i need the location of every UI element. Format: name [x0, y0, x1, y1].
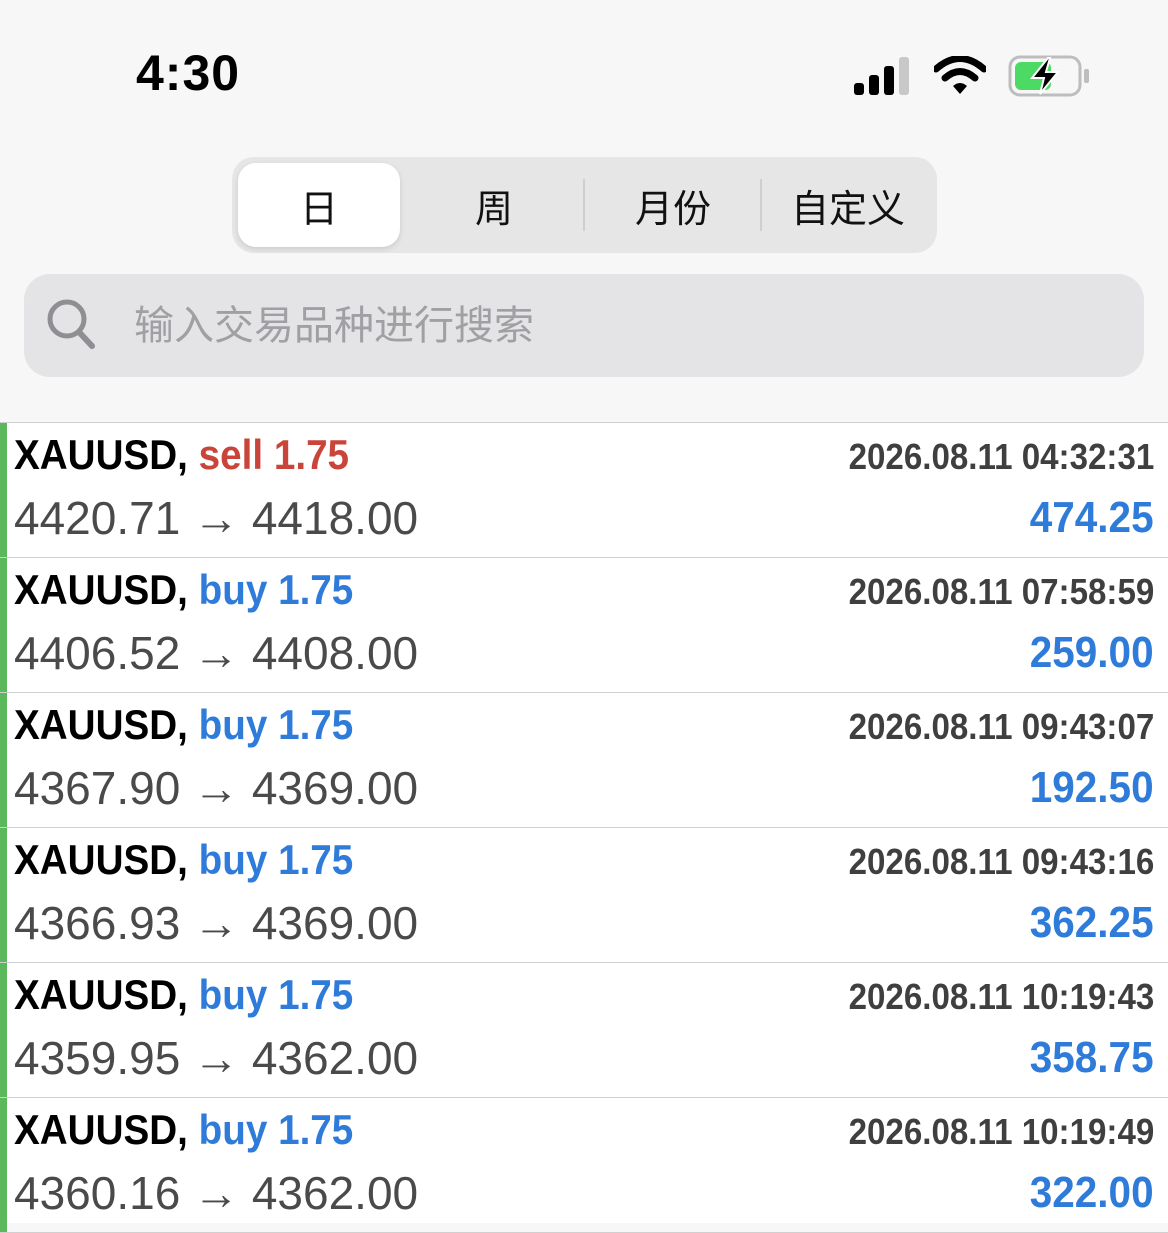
- trade-side: sell: [198, 431, 264, 478]
- trade-volume: 1.75: [278, 971, 354, 1018]
- trade-title: XAUUSD, buy 1.75: [14, 566, 353, 614]
- search-icon: [47, 299, 95, 349]
- trade-prices: 4360.16 → 4362.00: [14, 1166, 418, 1220]
- trade-row[interactable]: XAUUSD, buy 1.75 2026.08.11 07:58:59 440…: [0, 558, 1168, 693]
- trade-row[interactable]: XAUUSD, buy 1.75 2026.08.11 09:43:07 436…: [0, 693, 1168, 828]
- arrow-icon: →: [193, 762, 240, 814]
- trade-title: XAUUSD, sell 1.75: [14, 431, 349, 479]
- trade-side: buy: [198, 566, 268, 613]
- trade-profit: 259.00: [1030, 628, 1154, 677]
- trade-profit: 322.00: [1030, 1168, 1154, 1217]
- close-price: 4369.00: [251, 897, 419, 949]
- trade-volume: 1.75: [278, 566, 354, 613]
- trade-time: 2026.08.11 04:32:31: [848, 436, 1154, 477]
- period-segmented-control: 日 周 月份 自定义: [232, 157, 937, 253]
- trade-prices: 4367.90 → 4369.00: [14, 761, 418, 815]
- trade-side: buy: [198, 971, 268, 1018]
- trade-symbol: XAUUSD,: [14, 836, 188, 883]
- trade-side: buy: [198, 701, 268, 748]
- trade-time: 2026.08.11 07:58:59: [848, 571, 1154, 612]
- status-bar: 4:30: [0, 0, 1168, 150]
- battery-charging-icon: [1008, 55, 1089, 97]
- trade-side: buy: [198, 836, 268, 883]
- trade-time: 2026.08.11 09:43:16: [848, 841, 1154, 882]
- profit-marker: [0, 423, 7, 557]
- arrow-icon: →: [193, 492, 240, 544]
- trade-row[interactable]: XAUUSD, buy 1.75 2026.08.11 10:19:49 436…: [0, 1098, 1168, 1233]
- trade-profit: 192.50: [1030, 763, 1154, 812]
- trade-title: XAUUSD, buy 1.75: [14, 971, 353, 1019]
- arrow-icon: →: [193, 627, 240, 679]
- tab-custom[interactable]: 自定义: [764, 163, 932, 247]
- trade-profit: 362.25: [1030, 898, 1154, 947]
- arrow-icon: →: [193, 1167, 240, 1219]
- arrow-icon: →: [193, 1032, 240, 1084]
- trade-volume: 1.75: [278, 701, 354, 748]
- trade-row[interactable]: XAUUSD, buy 1.75 2026.08.11 09:43:16 436…: [0, 828, 1168, 963]
- open-price: 4360.16: [14, 1167, 181, 1219]
- trade-prices: 4359.95 → 4362.00: [14, 1031, 418, 1085]
- trade-symbol: XAUUSD,: [14, 971, 188, 1018]
- search-bar: [24, 274, 1144, 377]
- wifi-icon: [934, 56, 986, 94]
- trade-profit: 358.75: [1030, 1033, 1154, 1082]
- open-price: 4359.95: [14, 1032, 181, 1084]
- open-price: 4406.52: [14, 627, 181, 679]
- trade-time: 2026.08.11 10:19:43: [848, 976, 1154, 1017]
- profit-marker: [0, 828, 7, 962]
- trade-row[interactable]: XAUUSD, sell 1.75 2026.08.11 04:32:31 44…: [0, 423, 1168, 558]
- close-price: 4362.00: [251, 1032, 419, 1084]
- trade-time: 2026.08.11 10:19:49: [848, 1111, 1154, 1152]
- close-price: 4418.00: [251, 492, 419, 544]
- profit-marker: [0, 1098, 7, 1232]
- close-price: 4362.00: [251, 1167, 419, 1219]
- profit-marker: [0, 963, 7, 1097]
- trade-symbol: XAUUSD,: [14, 566, 188, 613]
- tab-month[interactable]: 月份: [587, 163, 759, 247]
- trade-title: XAUUSD, buy 1.75: [14, 1106, 353, 1154]
- trade-side: buy: [198, 1106, 268, 1153]
- arrow-icon: →: [193, 897, 240, 949]
- open-price: 4367.90: [14, 762, 181, 814]
- status-time: 4:30: [136, 45, 241, 101]
- trade-symbol: XAUUSD,: [14, 1106, 188, 1153]
- trade-volume: 1.75: [278, 836, 354, 883]
- trade-title: XAUUSD, buy 1.75: [14, 836, 353, 884]
- trade-title: XAUUSD, buy 1.75: [14, 701, 353, 749]
- trade-prices: 4420.71 → 4418.00: [14, 491, 418, 545]
- trade-profit: 474.25: [1030, 493, 1154, 542]
- open-price: 4366.93: [14, 897, 181, 949]
- trade-history-list: XAUUSD, sell 1.75 2026.08.11 04:32:31 44…: [0, 422, 1168, 1233]
- search-input[interactable]: [132, 274, 1112, 377]
- profit-marker: [0, 693, 7, 827]
- trade-volume: 1.75: [273, 431, 350, 478]
- open-price: 4420.71: [14, 492, 181, 544]
- cellular-signal-icon: [854, 57, 909, 95]
- close-price: 4369.00: [251, 762, 419, 814]
- trade-row[interactable]: XAUUSD, buy 1.75 2026.08.11 10:19:43 435…: [0, 963, 1168, 1098]
- tab-day[interactable]: 日: [238, 163, 400, 247]
- trade-prices: 4366.93 → 4369.00: [14, 896, 418, 950]
- status-icons: [854, 55, 1090, 97]
- trade-prices: 4406.52 → 4408.00: [14, 626, 418, 680]
- trade-symbol: XAUUSD,: [14, 431, 188, 478]
- trade-symbol: XAUUSD,: [14, 701, 188, 748]
- segment-divider: [760, 179, 762, 231]
- close-price: 4408.00: [251, 627, 419, 679]
- trade-time: 2026.08.11 09:43:07: [848, 706, 1154, 747]
- trade-volume: 1.75: [278, 1106, 354, 1153]
- tab-week[interactable]: 周: [408, 163, 580, 247]
- profit-marker: [0, 558, 7, 692]
- segment-divider: [583, 179, 585, 231]
